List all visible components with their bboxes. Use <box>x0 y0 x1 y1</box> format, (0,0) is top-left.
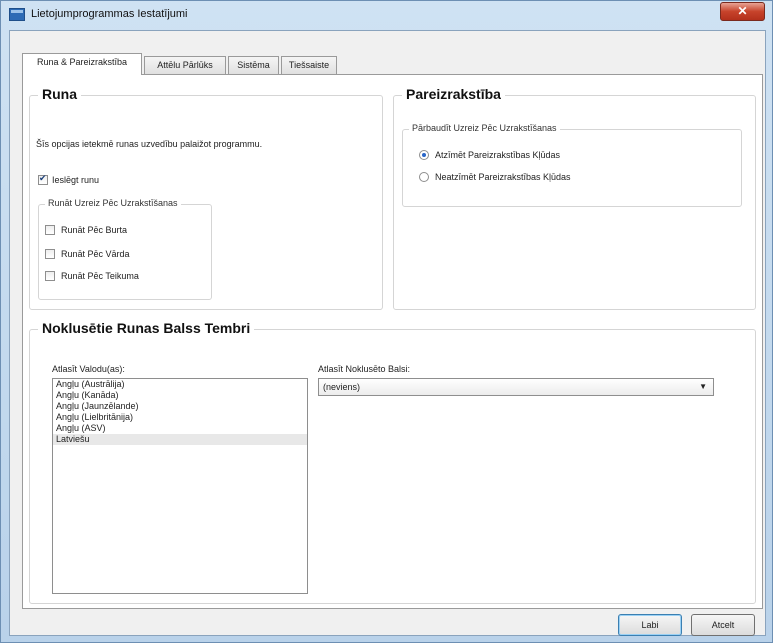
speech-description: Šīs opcijas ietekmē runas uzvedību palai… <box>36 139 263 149</box>
tab-speech-spelling[interactable]: Runa & Pareizrakstība <box>22 53 142 75</box>
select-voice-label: Atlasīt Noklusēto Balsi: <box>318 364 411 374</box>
speech-group-title: Runa <box>38 86 81 102</box>
tab-pane-speech-spelling: Runa Šīs opcijas ietekmē runas uzvedību … <box>22 74 763 609</box>
default-voices-title: Noklusētie Runas Balss Tembri <box>38 320 255 336</box>
settings-window: Lietojumprogrammas Iestatījumi ✕ Runa & … <box>0 0 773 643</box>
voice-combobox-value: (neviens) <box>323 382 361 392</box>
spelling-group-title: Pareizrakstība <box>402 86 505 102</box>
language-item[interactable]: Angļu (Jaunzēlande) <box>53 401 307 412</box>
default-voices-group: Noklusētie Runas Balss Tembri Atlasīt Va… <box>29 320 756 604</box>
language-item[interactable]: Angļu (Kanāda) <box>53 390 307 401</box>
speak-after-typing-title: Runāt Uzreiz Pēc Uzrakstīšanas <box>45 198 181 208</box>
enable-speech-checkbox[interactable] <box>38 173 48 185</box>
language-item[interactable]: Angļu (Lielbritānija) <box>53 412 307 423</box>
tab-label: Attēlu Pārlūks <box>157 60 213 70</box>
tab-label: Runa & Pareizrakstība <box>36 57 128 67</box>
chevron-down-icon: ▼ <box>699 382 707 391</box>
tab-system[interactable]: Sistēma <box>228 56 279 74</box>
title-bar[interactable]: Lietojumprogrammas Iestatījumi ✕ <box>1 1 772 29</box>
tab-online[interactable]: Tiešsaiste <box>281 56 337 74</box>
language-item-selected[interactable]: Latviešu <box>53 434 307 445</box>
speak-per-letter-checkbox[interactable] <box>45 225 55 235</box>
app-icon <box>9 8 25 21</box>
spelling-group: Pareizrakstība Pārbaudīt Uzreiz Pēc Uzra… <box>393 86 756 310</box>
close-button[interactable]: ✕ <box>720 2 765 21</box>
mark-spelling-errors-label: Atzīmēt Pareizrakstības Kļūdas <box>435 150 561 160</box>
speak-per-sentence-label: Runāt Pēc Teikuma <box>61 271 139 281</box>
language-item[interactable]: Angļu (ASV) <box>53 423 307 434</box>
voice-combobox[interactable]: (neviens) ▼ <box>318 378 714 396</box>
dont-mark-spelling-errors-label: Neatzīmēt Pareizrakstības Kļūdas <box>435 172 571 182</box>
tab-label: Tiešsaiste <box>288 60 330 70</box>
speak-per-sentence-checkbox[interactable] <box>45 271 55 281</box>
language-listbox[interactable]: Angļu (Austrālija) Angļu (Kanāda) Angļu … <box>52 378 308 594</box>
select-language-label: Atlasīt Valodu(as): <box>52 364 125 374</box>
language-item[interactable]: Angļu (Austrālija) <box>53 379 307 390</box>
enable-speech-label: Ieslēgt runu <box>52 175 100 185</box>
ok-button[interactable]: Labi <box>618 614 682 636</box>
mark-spelling-errors-radio[interactable] <box>419 150 429 160</box>
window-title: Lietojumprogrammas Iestatījumi <box>31 8 188 20</box>
speak-per-letter-label: Runāt Pēc Burta <box>61 225 128 235</box>
cancel-button[interactable]: Atcelt <box>691 614 755 636</box>
tab-image-browser[interactable]: Attēlu Pārlūks <box>144 56 226 74</box>
check-after-typing-title: Pārbaudīt Uzreiz Pēc Uzrakstīšanas <box>409 123 560 133</box>
speak-per-word-checkbox[interactable] <box>45 249 55 259</box>
close-icon: ✕ <box>737 4 748 18</box>
dont-mark-spelling-errors-radio[interactable] <box>419 172 429 182</box>
tab-label: Sistēma <box>237 60 270 70</box>
dialog-client-area: Runa & Pareizrakstība Attēlu Pārlūks Sis… <box>9 30 766 636</box>
speak-after-typing-group: Runāt Uzreiz Pēc Uzrakstīšanas Runāt Pēc… <box>38 198 212 300</box>
check-after-typing-group: Pārbaudīt Uzreiz Pēc Uzrakstīšanas Atzīm… <box>402 123 742 207</box>
speak-per-word-label: Runāt Pēc Vārda <box>61 249 130 259</box>
speech-group: Runa Šīs opcijas ietekmē runas uzvedību … <box>29 86 383 310</box>
